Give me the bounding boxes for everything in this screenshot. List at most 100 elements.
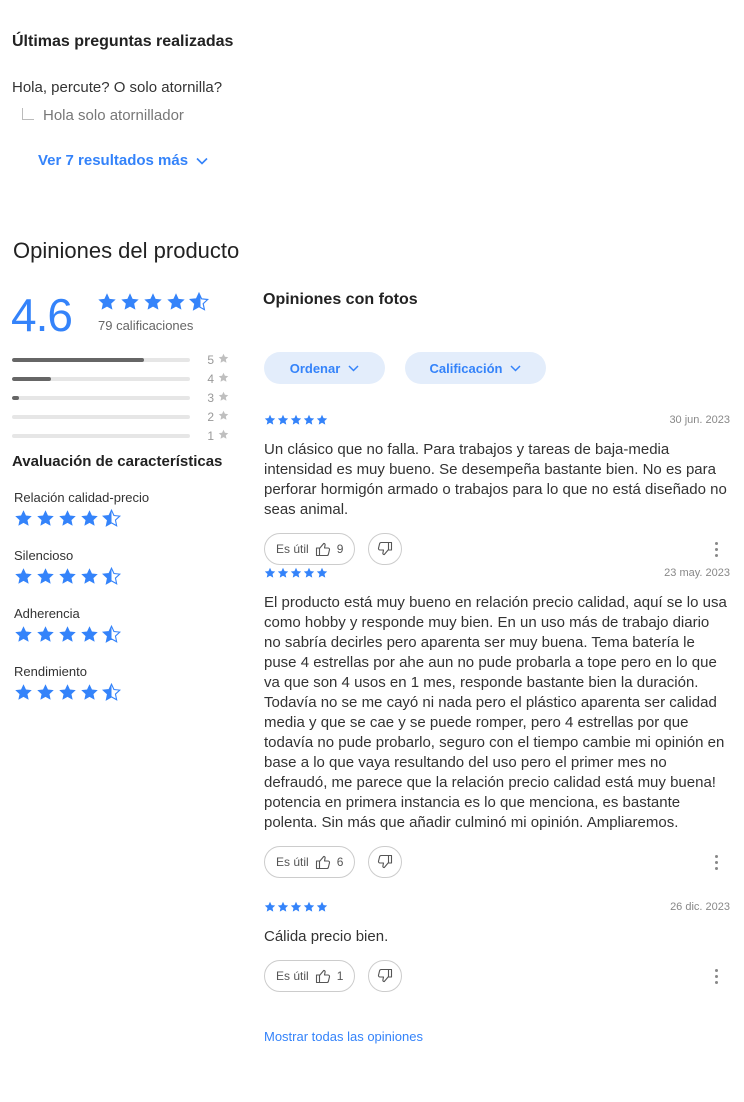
star-icon	[218, 353, 229, 363]
characteristic-item: Rendimiento	[14, 664, 234, 722]
rating-distribution: 5 4 3 2 1	[12, 350, 229, 445]
useful-button[interactable]: Es útil 9	[264, 533, 356, 565]
kebab-menu-icon[interactable]	[713, 967, 720, 986]
star-icon	[277, 901, 289, 912]
useful-button[interactable]: Es útil 6	[264, 846, 356, 878]
review-text: Cálida precio bien.	[264, 928, 389, 945]
characteristics-list: Relación calidad-precio Silencioso Adheren…	[14, 490, 234, 722]
kebab-menu-icon[interactable]	[713, 540, 720, 559]
review-date: 26 dic. 2023	[670, 901, 730, 913]
star-icon	[59, 626, 76, 642]
characteristic-item: Adherencia	[14, 606, 234, 664]
star-icon	[81, 684, 98, 700]
distribution-label: 1	[207, 428, 214, 443]
distribution-row: 4	[12, 369, 229, 388]
characteristics-title: Avaluación de características	[12, 453, 223, 470]
chevron-down-icon	[510, 364, 522, 372]
review-text: El producto está muy bueno en relación p…	[264, 594, 727, 831]
average-rating: 4.6	[11, 289, 73, 341]
characteristic-stars	[14, 567, 234, 586]
not-useful-button[interactable]	[368, 846, 403, 878]
star-icon	[189, 292, 209, 311]
useful-label: Es útil	[276, 855, 309, 869]
show-all-reviews-link[interactable]: Mostrar todas las opiniones	[264, 1029, 423, 1044]
star-icon	[15, 568, 32, 584]
not-useful-button[interactable]	[368, 960, 403, 992]
useful-count: 1	[336, 969, 344, 983]
star-icon	[144, 293, 162, 310]
star-icon	[59, 568, 76, 584]
characteristic-name: Relación calidad-precio	[14, 490, 150, 505]
see-more-questions-link[interactable]: Ver 7 resultados más	[38, 152, 208, 169]
star-icon	[290, 901, 302, 912]
characteristic-stars	[14, 509, 234, 528]
star-icon	[37, 684, 54, 700]
review-stars	[264, 414, 328, 426]
characteristic-stars	[14, 683, 234, 702]
characteristic-name: Rendimiento	[14, 664, 87, 679]
distribution-bar	[12, 414, 190, 419]
review-card: 26 dic. 2023 Cálida precio bien. Es útil…	[264, 900, 730, 992]
star-icon	[98, 293, 116, 310]
useful-label: Es útil	[276, 969, 309, 983]
star-icon	[277, 567, 289, 578]
star-icon	[264, 901, 276, 912]
questions-title: Últimas preguntas realizadas	[12, 33, 234, 50]
star-icon	[59, 510, 76, 526]
star-icon	[102, 567, 121, 585]
distribution-label: 5	[207, 352, 214, 367]
useful-label: Es útil	[276, 542, 309, 556]
see-more-label: Ver 7 resultados más	[38, 152, 189, 169]
distribution-bar-fill	[12, 376, 52, 381]
star-icon	[264, 414, 276, 425]
star-icon	[218, 410, 229, 420]
distribution-bar	[12, 395, 190, 400]
star-icon	[121, 293, 139, 310]
star-icon	[316, 901, 328, 912]
characteristic-item: Silencioso	[14, 548, 234, 606]
useful-count: 6	[336, 855, 344, 869]
star-icon	[290, 414, 302, 425]
star-icon	[218, 429, 229, 439]
distribution-label: 2	[207, 409, 214, 424]
star-icon	[303, 901, 315, 912]
sort-button[interactable]: Ordenar	[264, 352, 385, 384]
rating-filter-label: Calificación	[429, 360, 503, 376]
star-icon	[218, 372, 229, 382]
rating-filter-button[interactable]: Calificación	[405, 352, 546, 384]
distribution-bar	[12, 376, 190, 381]
star-icon	[218, 391, 229, 401]
reviews-title: Opiniones del producto	[13, 238, 240, 263]
chevron-down-icon	[196, 157, 208, 165]
sort-label: Ordenar	[289, 360, 341, 376]
answer-text: Hola solo atornillador	[43, 107, 184, 124]
star-icon	[81, 568, 98, 584]
distribution-label: 3	[207, 390, 214, 405]
distribution-row: 3	[12, 388, 229, 407]
distribution-row: 5	[12, 350, 229, 369]
review-stars	[264, 567, 328, 579]
photo-reviews-title: Opiniones con fotos	[263, 291, 418, 308]
star-icon	[316, 414, 328, 425]
question-text: Hola, percute? O solo atornilla?	[12, 79, 223, 96]
star-icon	[316, 567, 328, 578]
star-icon	[102, 683, 121, 701]
thumb-up-icon	[315, 542, 330, 557]
characteristic-name: Adherencia	[14, 606, 80, 621]
not-useful-button[interactable]	[368, 533, 403, 565]
kebab-menu-icon[interactable]	[713, 853, 720, 872]
distribution-bar-fill	[12, 395, 20, 400]
answer-row: Hola solo atornillador	[22, 107, 184, 124]
distribution-bar-fill	[12, 357, 144, 362]
review-card: 30 jun. 2023 Un clásico que no falla. Pa…	[264, 413, 730, 565]
star-icon	[59, 684, 76, 700]
useful-count: 9	[336, 542, 344, 556]
star-icon	[167, 293, 185, 310]
distribution-row: 1	[12, 426, 229, 445]
thumb-down-icon	[378, 968, 393, 983]
review-card: 23 may. 2023 El producto está muy bueno …	[264, 566, 730, 878]
thumb-up-icon	[315, 969, 330, 984]
useful-button[interactable]: Es útil 1	[264, 960, 356, 992]
distribution-bar	[12, 433, 190, 438]
review-stars	[264, 901, 328, 913]
